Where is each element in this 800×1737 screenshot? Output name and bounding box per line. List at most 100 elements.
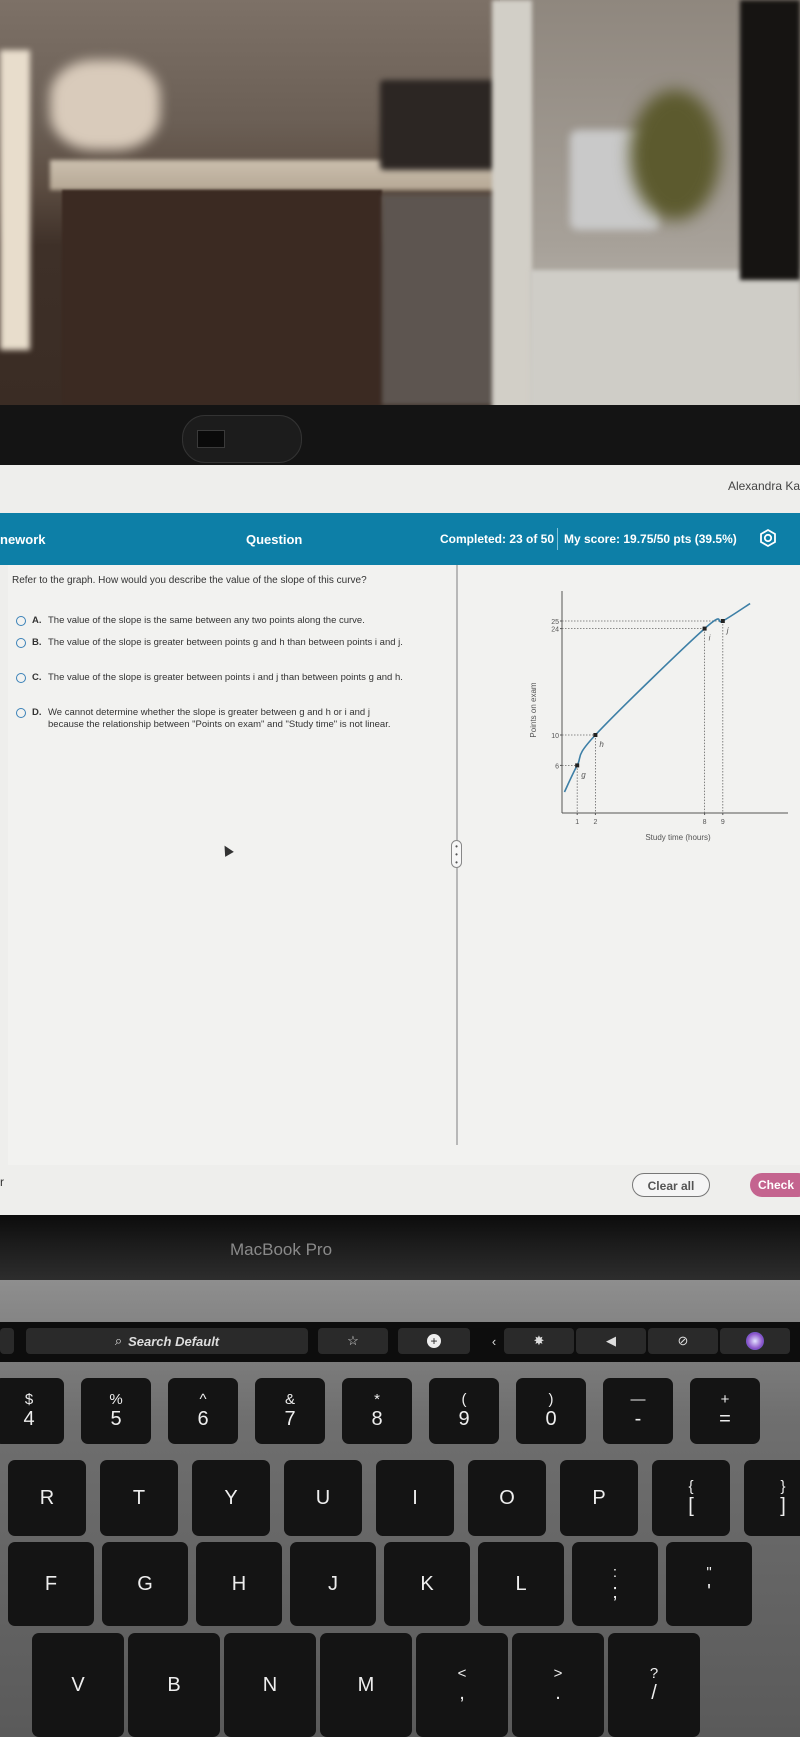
touch-bar: ⌕ Search Default ☆ + ‹ ✸ ◀ ⊘ (0, 1322, 800, 1362)
new-tab-plus-icon[interactable]: + (398, 1328, 470, 1354)
key-label: F (44, 1573, 58, 1595)
collapse-chevron-icon[interactable]: ‹ (486, 1328, 502, 1354)
key-4[interactable]: $4 (0, 1378, 64, 1444)
key-shift-label: ) (548, 1390, 554, 1408)
key-shift-label: — (630, 1390, 646, 1408)
curve-line (563, 602, 751, 793)
key-shift-label: < (457, 1664, 467, 1682)
key-[[interactable]: {[ (652, 1460, 730, 1536)
key-shift-label: $ (24, 1390, 34, 1408)
gear-icon[interactable] (758, 528, 778, 548)
key-G[interactable]: G (102, 1542, 188, 1626)
macbook-label: MacBook Pro (230, 1240, 333, 1259)
touchbar-search[interactable]: ⌕ Search Default (26, 1328, 308, 1354)
key-label: [ (688, 1495, 694, 1518)
key-I[interactable]: I (376, 1460, 454, 1536)
key-label: ; (612, 1581, 618, 1604)
bookmark-star-icon[interactable]: ☆ (318, 1328, 388, 1354)
key-0[interactable]: ) 0 (516, 1378, 586, 1444)
key-V[interactable]: V (32, 1633, 124, 1737)
y-tick-25: 25 (551, 619, 559, 626)
key-7[interactable]: & 7 (255, 1378, 325, 1444)
key-T[interactable]: T (100, 1460, 178, 1536)
key-'[interactable]: " ' (666, 1542, 752, 1626)
x-tick-2: 2 (593, 819, 597, 826)
y-tick-6: 6 (555, 763, 559, 770)
option-b[interactable]: B. The value of the slope is greater bet… (16, 637, 408, 649)
key-=[interactable]: + = (690, 1378, 760, 1444)
key-label: 8 (371, 1408, 383, 1431)
key-R[interactable]: R (8, 1460, 86, 1536)
mute-icon[interactable]: ⊘ (648, 1328, 718, 1354)
key-J[interactable]: J (290, 1542, 376, 1626)
key-shift-label: % (109, 1390, 123, 1408)
key-label: 5 (110, 1408, 122, 1431)
header-bar: nework Question Completed: 23 of 50 My s… (0, 513, 800, 565)
key-/[interactable]: ? / (608, 1633, 700, 1737)
key-label: U (315, 1487, 331, 1509)
key-B[interactable]: B (128, 1633, 220, 1737)
key-shift-label: } (780, 1477, 786, 1495)
point-label-g: g (581, 770, 586, 779)
key-shift-label: + (720, 1390, 730, 1408)
key-N[interactable]: N (224, 1633, 316, 1737)
background-room-photo (0, 0, 800, 410)
key-M[interactable]: M (320, 1633, 412, 1737)
key-][interactable]: }] (744, 1460, 800, 1536)
key-F[interactable]: F (8, 1542, 94, 1626)
key-label: V (71, 1674, 85, 1696)
key--[interactable]: — - (603, 1378, 673, 1444)
option-a[interactable]: A. The value of the slope is the same be… (16, 615, 408, 627)
key-.[interactable]: >. (512, 1633, 604, 1737)
option-text: We cannot determine whether the slope is… (48, 707, 391, 730)
key-label: 6 (197, 1408, 209, 1431)
key-O[interactable]: O (468, 1460, 546, 1536)
option-letter: B. (32, 637, 42, 648)
pane-resize-handle[interactable]: • • • (451, 840, 462, 868)
key-shift-label: { (688, 1477, 694, 1495)
radio-d[interactable] (16, 708, 26, 718)
user-name[interactable]: Alexandra Ka (728, 479, 800, 493)
key-label: ' (707, 1581, 711, 1604)
y-tick-10: 10 (551, 733, 559, 740)
key-8[interactable]: * 8 (342, 1378, 412, 1444)
key-shift-label: " (706, 1563, 712, 1581)
key-L[interactable]: L (478, 1542, 564, 1626)
key-Y[interactable]: Y (192, 1460, 270, 1536)
key-shift-label: : (612, 1563, 618, 1581)
key-9[interactable]: (9 (429, 1378, 499, 1444)
slope-chart: g 6 1 h 10 2 i 24 8 j 25 9 Points on exam Study tim… (529, 591, 788, 842)
point-j (720, 619, 725, 623)
laptop-bottom-bezel (0, 1215, 800, 1280)
key-K[interactable]: K (384, 1542, 470, 1626)
question-label: Question (246, 532, 303, 547)
option-c[interactable]: C. The value of the slope is greater bet… (16, 672, 408, 684)
key-5[interactable]: % 5 (81, 1378, 151, 1444)
touchbar-search-label: Search Default (128, 1333, 220, 1349)
key-label: - (634, 1408, 642, 1431)
brightness-icon[interactable]: ✸ (504, 1328, 574, 1354)
check-answer-button[interactable]: Check (750, 1173, 800, 1197)
key-label: , (459, 1682, 465, 1705)
siri-icon[interactable] (720, 1328, 790, 1354)
key-;[interactable]: :; (572, 1542, 658, 1626)
radio-a[interactable] (16, 616, 26, 626)
left-edge-text: r (0, 1175, 4, 1189)
volume-icon[interactable]: ◀ (576, 1328, 646, 1354)
key-U[interactable]: U (284, 1460, 362, 1536)
clear-all-button[interactable]: Clear all (632, 1173, 710, 1197)
key-6[interactable]: ^ 6 (168, 1378, 238, 1444)
radio-b[interactable] (16, 638, 26, 648)
key-label: . (555, 1682, 561, 1705)
point-g (575, 763, 580, 768)
key-P[interactable]: P (560, 1460, 638, 1536)
option-d[interactable]: D. We cannot determine whether the slope… (16, 707, 408, 731)
key-,[interactable]: <, (416, 1633, 508, 1737)
key-label: G (137, 1573, 153, 1595)
key-H[interactable]: H (196, 1542, 282, 1626)
key-label: N (262, 1674, 278, 1696)
radio-c[interactable] (16, 673, 26, 683)
touchbar-left-segment[interactable] (0, 1328, 14, 1354)
point-label-h: h (599, 740, 604, 749)
option-text: The value of the slope is greater betwee… (48, 672, 403, 683)
